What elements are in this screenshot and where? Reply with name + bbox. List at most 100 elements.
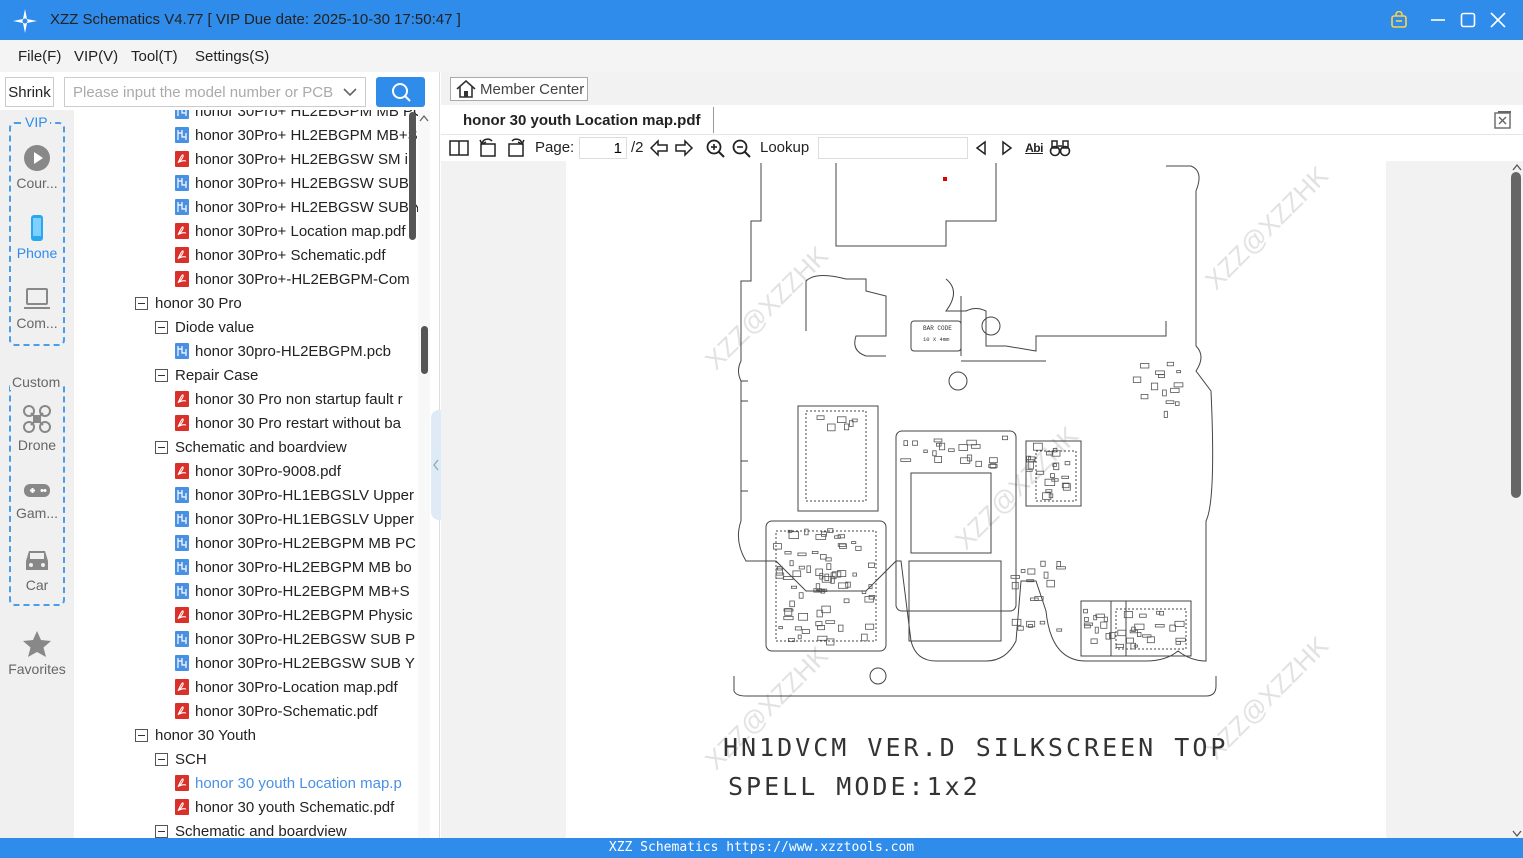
pcb-location-drawing[interactable]: XZZ@XZZHKXZZ@XZZHKXZZ@XZZHK XZZ@XZZHKXZZ@… (566, 161, 1386, 838)
tree-folder[interactable]: Schematic and boardview (155, 435, 347, 459)
page-number-input[interactable] (579, 137, 627, 159)
find-prev-button[interactable] (970, 138, 992, 158)
tree-file-item[interactable]: honor 30Pro-HL2EBGPM MB bo (175, 555, 412, 579)
model-search-input[interactable] (64, 77, 366, 107)
category-drone[interactable]: Drone (0, 404, 74, 453)
tree-file-item[interactable]: honor 30Pro+ HL2EBGPM MB PC (175, 110, 418, 123)
member-center-button[interactable]: Member Center (450, 77, 588, 101)
tree-file-item[interactable]: honor 30pro-HL2EBGPM.pcb (175, 339, 391, 363)
collapse-toggle-icon[interactable] (155, 752, 168, 766)
pane-splitter-handle[interactable] (431, 410, 441, 520)
tree-file-item[interactable]: honor 30Pro-HL1EBGSLV Upper (175, 483, 414, 507)
location-marker (943, 177, 947, 181)
tree-file-item[interactable]: honor 30 youth Location map.p (175, 771, 402, 795)
tree-file-item[interactable]: honor 30Pro+ HL2EBGSW SUB I (175, 171, 417, 195)
toggle-panel-button[interactable] (448, 138, 470, 158)
text-select-button[interactable]: Abi (1023, 138, 1045, 158)
component-pad (1159, 611, 1165, 616)
component-pad (1139, 613, 1147, 618)
menu-settings[interactable]: Settings(S) (195, 48, 269, 65)
component-pad (852, 572, 857, 577)
tree-file-item[interactable]: honor 30Pro-HL1EBGSLV Upper (175, 507, 414, 531)
next-page-button[interactable] (673, 138, 695, 158)
pdf-file-icon (175, 391, 189, 407)
tree-folder[interactable]: honor 30 Youth (135, 723, 256, 747)
tree-file-item[interactable]: honor 30Pro+ Location map.pdf (175, 219, 406, 243)
doc-scroll-up-icon[interactable] (1511, 162, 1523, 172)
maximize-button[interactable] (1453, 6, 1483, 34)
tree-file-item[interactable]: honor 30Pro-HL2EBGPM MB+S (175, 579, 410, 603)
component-pad (789, 560, 794, 567)
shrink-button[interactable]: Shrink (5, 77, 54, 107)
rotate-right-icon (508, 138, 525, 157)
component-pad (1175, 401, 1180, 406)
tree-folder[interactable]: Schematic and boardview (155, 819, 347, 838)
prev-page-button[interactable] (648, 138, 670, 158)
tree-file-item[interactable]: honor 30Pro+-HL2EBGPM-Com (175, 267, 410, 291)
collapse-toggle-icon[interactable] (155, 824, 168, 838)
document-scrollbar-thumb[interactable] (1511, 172, 1521, 498)
tree-folder[interactable]: honor 30 Pro (135, 291, 242, 315)
category-phone[interactable]: Phone (0, 214, 74, 261)
file-tree[interactable]: honor 30Pro+ HL2EBGPM MB PC honor 30Pro+ … (75, 110, 418, 838)
close-button[interactable] (1483, 6, 1513, 34)
tree-file-item[interactable]: honor 30Pro+ HL2EBGSW SUB Y (175, 195, 418, 219)
search-button[interactable] (376, 77, 425, 107)
zoom-out-button[interactable] (730, 138, 752, 158)
tree-file-item[interactable]: honor 30Pro-9008.pdf (175, 459, 341, 483)
tree-folder[interactable]: Repair Case (155, 363, 258, 387)
minimize-icon (1431, 19, 1445, 21)
collapse-toggle-icon[interactable] (135, 296, 148, 310)
collapse-toggle-icon[interactable] (155, 368, 168, 382)
rotate-left-button[interactable] (477, 138, 499, 158)
tree-file-item[interactable]: honor 30Pro-HL2EBGPM Physic (175, 603, 413, 627)
category-car[interactable]: Car (0, 546, 74, 593)
component-pad (1046, 579, 1055, 588)
category-computer[interactable]: Com... (0, 286, 74, 331)
tree-file-item[interactable]: honor 30Pro-Location map.pdf (175, 675, 398, 699)
pdf-file-icon (175, 607, 189, 623)
tree-file-item[interactable]: honor 30 Pro restart without ba (175, 411, 401, 435)
scroll-up-arrow-icon[interactable] (418, 113, 430, 123)
component-pad (989, 457, 998, 464)
category-game[interactable]: Gam... (0, 478, 74, 521)
collapse-toggle-icon[interactable] (135, 728, 148, 742)
vip-bag-button[interactable] (1384, 6, 1414, 34)
tab-location-map[interactable]: honor 30 youth Location map.pdf (451, 107, 714, 133)
board-trace-right (960, 296, 1046, 362)
collapse-toggle-icon[interactable] (155, 320, 168, 334)
tree-file-item[interactable]: honor 30Pro-HL2EBGPM MB PC (175, 531, 416, 555)
close-document-icon[interactable] (1493, 110, 1513, 130)
tree-file-item[interactable]: honor 30 Pro non startup fault r (175, 387, 403, 411)
chevron-down-icon[interactable] (339, 80, 361, 104)
tree-file-item[interactable]: honor 30Pro+ Schematic.pdf (175, 243, 386, 267)
menu-file[interactable]: File(F) (18, 48, 61, 65)
minimize-button[interactable] (1423, 6, 1453, 34)
favorites-button[interactable]: Favorites (0, 630, 74, 677)
lookup-input[interactable] (818, 137, 968, 159)
tree-folder[interactable]: Diode value (155, 315, 254, 339)
zoom-in-button[interactable] (704, 138, 726, 158)
component-pad (792, 570, 802, 577)
tree-file-item[interactable]: honor 30Pro+ HL2EBGSW SM ir (175, 147, 413, 171)
pdf-page[interactable]: XZZ@XZZHK XZZ@XZZHK XZZ@XZZHK XZZ@XZZHK XZZ@… (566, 161, 1386, 838)
tree-scrollbar-thumb[interactable] (409, 112, 416, 240)
doc-scroll-down-icon[interactable] (1511, 828, 1523, 838)
tree-folder[interactable]: SCH (155, 747, 207, 771)
watermark-group: XZZ@XZZHKXZZ@XZZHKXZZ@XZZHK XZZ@XZZHKXZZ@… (699, 161, 1334, 775)
find-next-button[interactable] (996, 138, 1018, 158)
pane-scrollbar-thumb[interactable] (421, 326, 428, 374)
tree-file-item[interactable]: honor 30Pro-HL2EBGSW SUB P (175, 627, 415, 651)
find-all-button[interactable] (1049, 138, 1071, 158)
tree-file-item[interactable]: honor 30Pro+ HL2EBGPM MB+S (175, 123, 418, 147)
pane-scrollbar[interactable] (418, 110, 430, 838)
category-course[interactable]: Cour... (0, 144, 74, 191)
rotate-right-button[interactable] (505, 138, 527, 158)
component-pad (815, 534, 827, 540)
collapse-toggle-icon[interactable] (155, 440, 168, 454)
tree-file-item[interactable]: honor 30Pro-Schematic.pdf (175, 699, 378, 723)
tree-file-item[interactable]: honor 30Pro-HL2EBGSW SUB Y (175, 651, 415, 675)
menu-tool[interactable]: Tool(T) (131, 48, 178, 65)
menu-vip[interactable]: VIP(V) (74, 48, 118, 65)
tree-file-item[interactable]: honor 30 youth Schematic.pdf (175, 795, 394, 819)
